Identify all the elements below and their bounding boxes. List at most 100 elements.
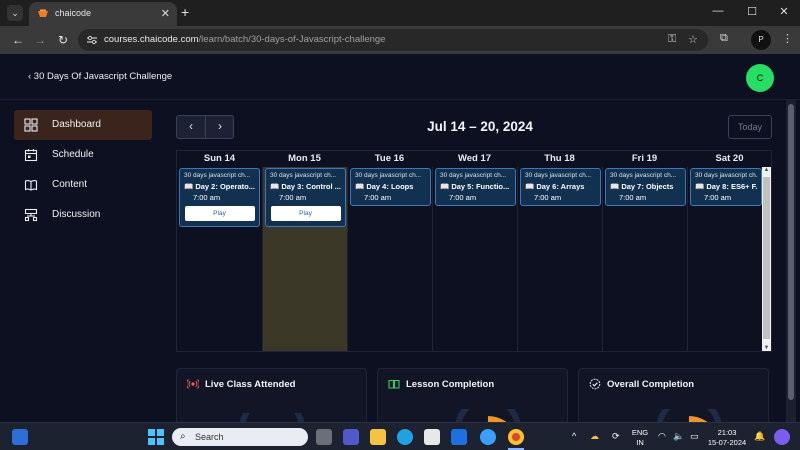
next-week-button[interactable]: ›: [206, 119, 234, 133]
sidebar-item-content[interactable]: Content: [14, 170, 152, 200]
address-bar[interactable]: courses.chaicode.com/learn/batch/30-days…: [78, 29, 708, 51]
browser-menu-icon[interactable]: ⋮: [782, 32, 793, 45]
task-view-icon[interactable]: [316, 429, 332, 445]
widgets-icon[interactable]: [12, 429, 28, 445]
chaicode-favicon-icon: [38, 9, 48, 17]
reload-icon[interactable]: ↻: [55, 32, 71, 48]
calendar-header: Sun 14 Mon 15 Tue 16 Wed 17 Thu 18 Fri 1…: [177, 151, 771, 167]
book-icon: 📖: [610, 182, 620, 191]
live-class-gauge: [239, 413, 305, 422]
app-header: ‹ 30 Days Of Javascript Challenge C: [0, 54, 800, 100]
event-time: 7:00 am: [449, 193, 477, 202]
tab-search-button[interactable]: ⌄: [7, 5, 23, 21]
book-icon: 📖: [270, 182, 280, 191]
calendar-event[interactable]: 30 days javascript ch... 📖 Day 6: Arrays …: [520, 168, 601, 206]
clock-date[interactable]: 15-07-2024: [704, 438, 750, 447]
site-info-icon[interactable]: [86, 34, 98, 46]
event-title-text: Day 3: Control ...: [281, 182, 341, 191]
volume-icon[interactable]: 🔈: [673, 431, 684, 442]
mydigi-app-icon[interactable]: [451, 429, 467, 445]
browser-toolbar: ← → ↻ courses.chaicode.com/learn/batch/3…: [0, 26, 800, 54]
language-indicator-bottom[interactable]: IN: [628, 438, 652, 447]
teams-icon[interactable]: [343, 429, 359, 445]
browser-profile-avatar[interactable]: P: [751, 30, 771, 50]
book-icon: 📖: [355, 182, 365, 191]
battery-icon[interactable]: ▭: [690, 431, 699, 442]
user-avatar[interactable]: C: [746, 64, 774, 92]
maximize-button[interactable]: ☐: [744, 5, 760, 18]
start-menu-icon[interactable]: [148, 429, 164, 445]
event-title: 📖 Day 3: Control ...: [270, 182, 341, 191]
calendar-icon: [24, 149, 38, 162]
calendar-event[interactable]: 30 days javascript ch... 📖 Day 4: Loops 7…: [350, 168, 431, 206]
page-scrollbar[interactable]: [786, 100, 796, 422]
microsoft-store-icon[interactable]: [424, 429, 440, 445]
sidebar-item-label: Content: [52, 179, 88, 190]
event-course: 30 days javascript ch...: [440, 172, 507, 179]
today-button[interactable]: Today: [728, 115, 772, 139]
back-arrow-icon[interactable]: ←: [10, 32, 26, 48]
back-to-course-link[interactable]: ‹ 30 Days Of Javascript Challenge: [28, 71, 172, 82]
sync-icon[interactable]: ⟳: [612, 431, 620, 442]
calendar-event[interactable]: 30 days javascript ch... 📖 Day 3: Control…: [265, 168, 346, 227]
day-column-fri: 30 days javascript ch... 📖 Day 7: Objects…: [602, 167, 687, 351]
calendar-navigation: ‹ ›: [176, 115, 234, 139]
page-scrollbar-thumb[interactable]: [788, 104, 794, 400]
bookmark-star-icon[interactable]: ☆: [688, 33, 698, 46]
live-class-card: Live Class Attended: [176, 368, 367, 422]
live-broadcast-icon: [187, 379, 199, 389]
event-course: 30 days javascript ch...: [184, 172, 251, 179]
calendar-scrollbar[interactable]: ▲ ▼: [762, 167, 771, 351]
extensions-icon[interactable]: ⧉: [720, 32, 728, 45]
event-course: 30 days javascript ch...: [355, 172, 422, 179]
forward-arrow-icon[interactable]: →: [32, 32, 48, 48]
tab-close-icon[interactable]: ✕: [161, 7, 170, 20]
password-key-icon[interactable]: ⚿: [668, 33, 676, 46]
chrome-icon[interactable]: [508, 429, 524, 445]
event-title-text: Day 8: ES6+ F...: [706, 182, 757, 191]
edge-icon[interactable]: [397, 429, 413, 445]
dashboard-icon: [24, 118, 38, 132]
taskbar-search-placeholder: Search: [195, 432, 224, 442]
day-header-sat: Sat 20: [715, 153, 744, 164]
book-icon: 📖: [440, 182, 450, 191]
day-header-thu: Thu 18: [544, 153, 575, 164]
window-close-button[interactable]: ✕: [776, 5, 792, 18]
language-indicator-top[interactable]: ENG: [628, 428, 652, 437]
previous-week-button[interactable]: ‹: [177, 119, 205, 133]
sidebar-item-discussion[interactable]: Discussion: [14, 200, 152, 230]
day-column-wed: 30 days javascript ch... 📖 Day 5: Functio…: [432, 167, 517, 351]
event-title-text: Day 7: Objects: [621, 182, 674, 191]
show-hidden-icons-chevron-icon[interactable]: ^: [572, 431, 576, 441]
url-host: courses.chaicode.com: [104, 34, 199, 45]
clock-time[interactable]: 21:03: [704, 428, 750, 437]
sidebar-item-dashboard[interactable]: Dashboard: [14, 110, 152, 140]
lesson-completion-card: Lesson Completion: [377, 368, 568, 422]
calendar-event[interactable]: 30 days javascript ch... 📖 Day 2: Operato…: [179, 168, 260, 227]
onedrive-warning-icon[interactable]: ☁: [590, 431, 599, 442]
calendar-event[interactable]: 30 days javascript ch... 📖 Day 5: Functio…: [435, 168, 516, 206]
overall-completion-card: Overall Completion: [578, 368, 769, 422]
file-explorer-icon[interactable]: [370, 429, 386, 445]
play-button[interactable]: Play: [270, 206, 341, 221]
notification-bell-icon[interactable]: 🔔: [754, 431, 765, 442]
event-course: 30 days javascript ch...: [695, 172, 757, 179]
book-icon: [24, 180, 38, 191]
minimize-button[interactable]: —: [710, 5, 726, 17]
sidebar-item-schedule[interactable]: Schedule: [14, 140, 152, 170]
calendar-scrollbar-thumb[interactable]: [763, 177, 770, 339]
calendar-event[interactable]: 30 days javascript ch... 📖 Day 7: Objects…: [605, 168, 686, 206]
new-tab-button[interactable]: +: [181, 4, 189, 20]
calendar-event[interactable]: 30 days javascript ch... 📖 Day 8: ES6+ F.…: [690, 168, 762, 206]
browser-tab[interactable]: chaicode ✕: [29, 2, 177, 26]
play-button[interactable]: Play: [184, 206, 255, 221]
taskbar-search[interactable]: ⌕ Search: [172, 428, 308, 446]
tab-title: chaicode: [55, 8, 92, 18]
event-time: 7:00 am: [193, 193, 221, 202]
wifi-icon[interactable]: ◠: [658, 431, 666, 442]
copilot-icon[interactable]: [774, 429, 790, 445]
scroll-up-icon[interactable]: ▲: [762, 167, 771, 173]
scroll-down-icon[interactable]: ▼: [762, 345, 771, 351]
colorful-app-icon[interactable]: [480, 429, 496, 445]
day-column-mon-today: 30 days javascript ch... 📖 Day 3: Control…: [262, 167, 347, 351]
